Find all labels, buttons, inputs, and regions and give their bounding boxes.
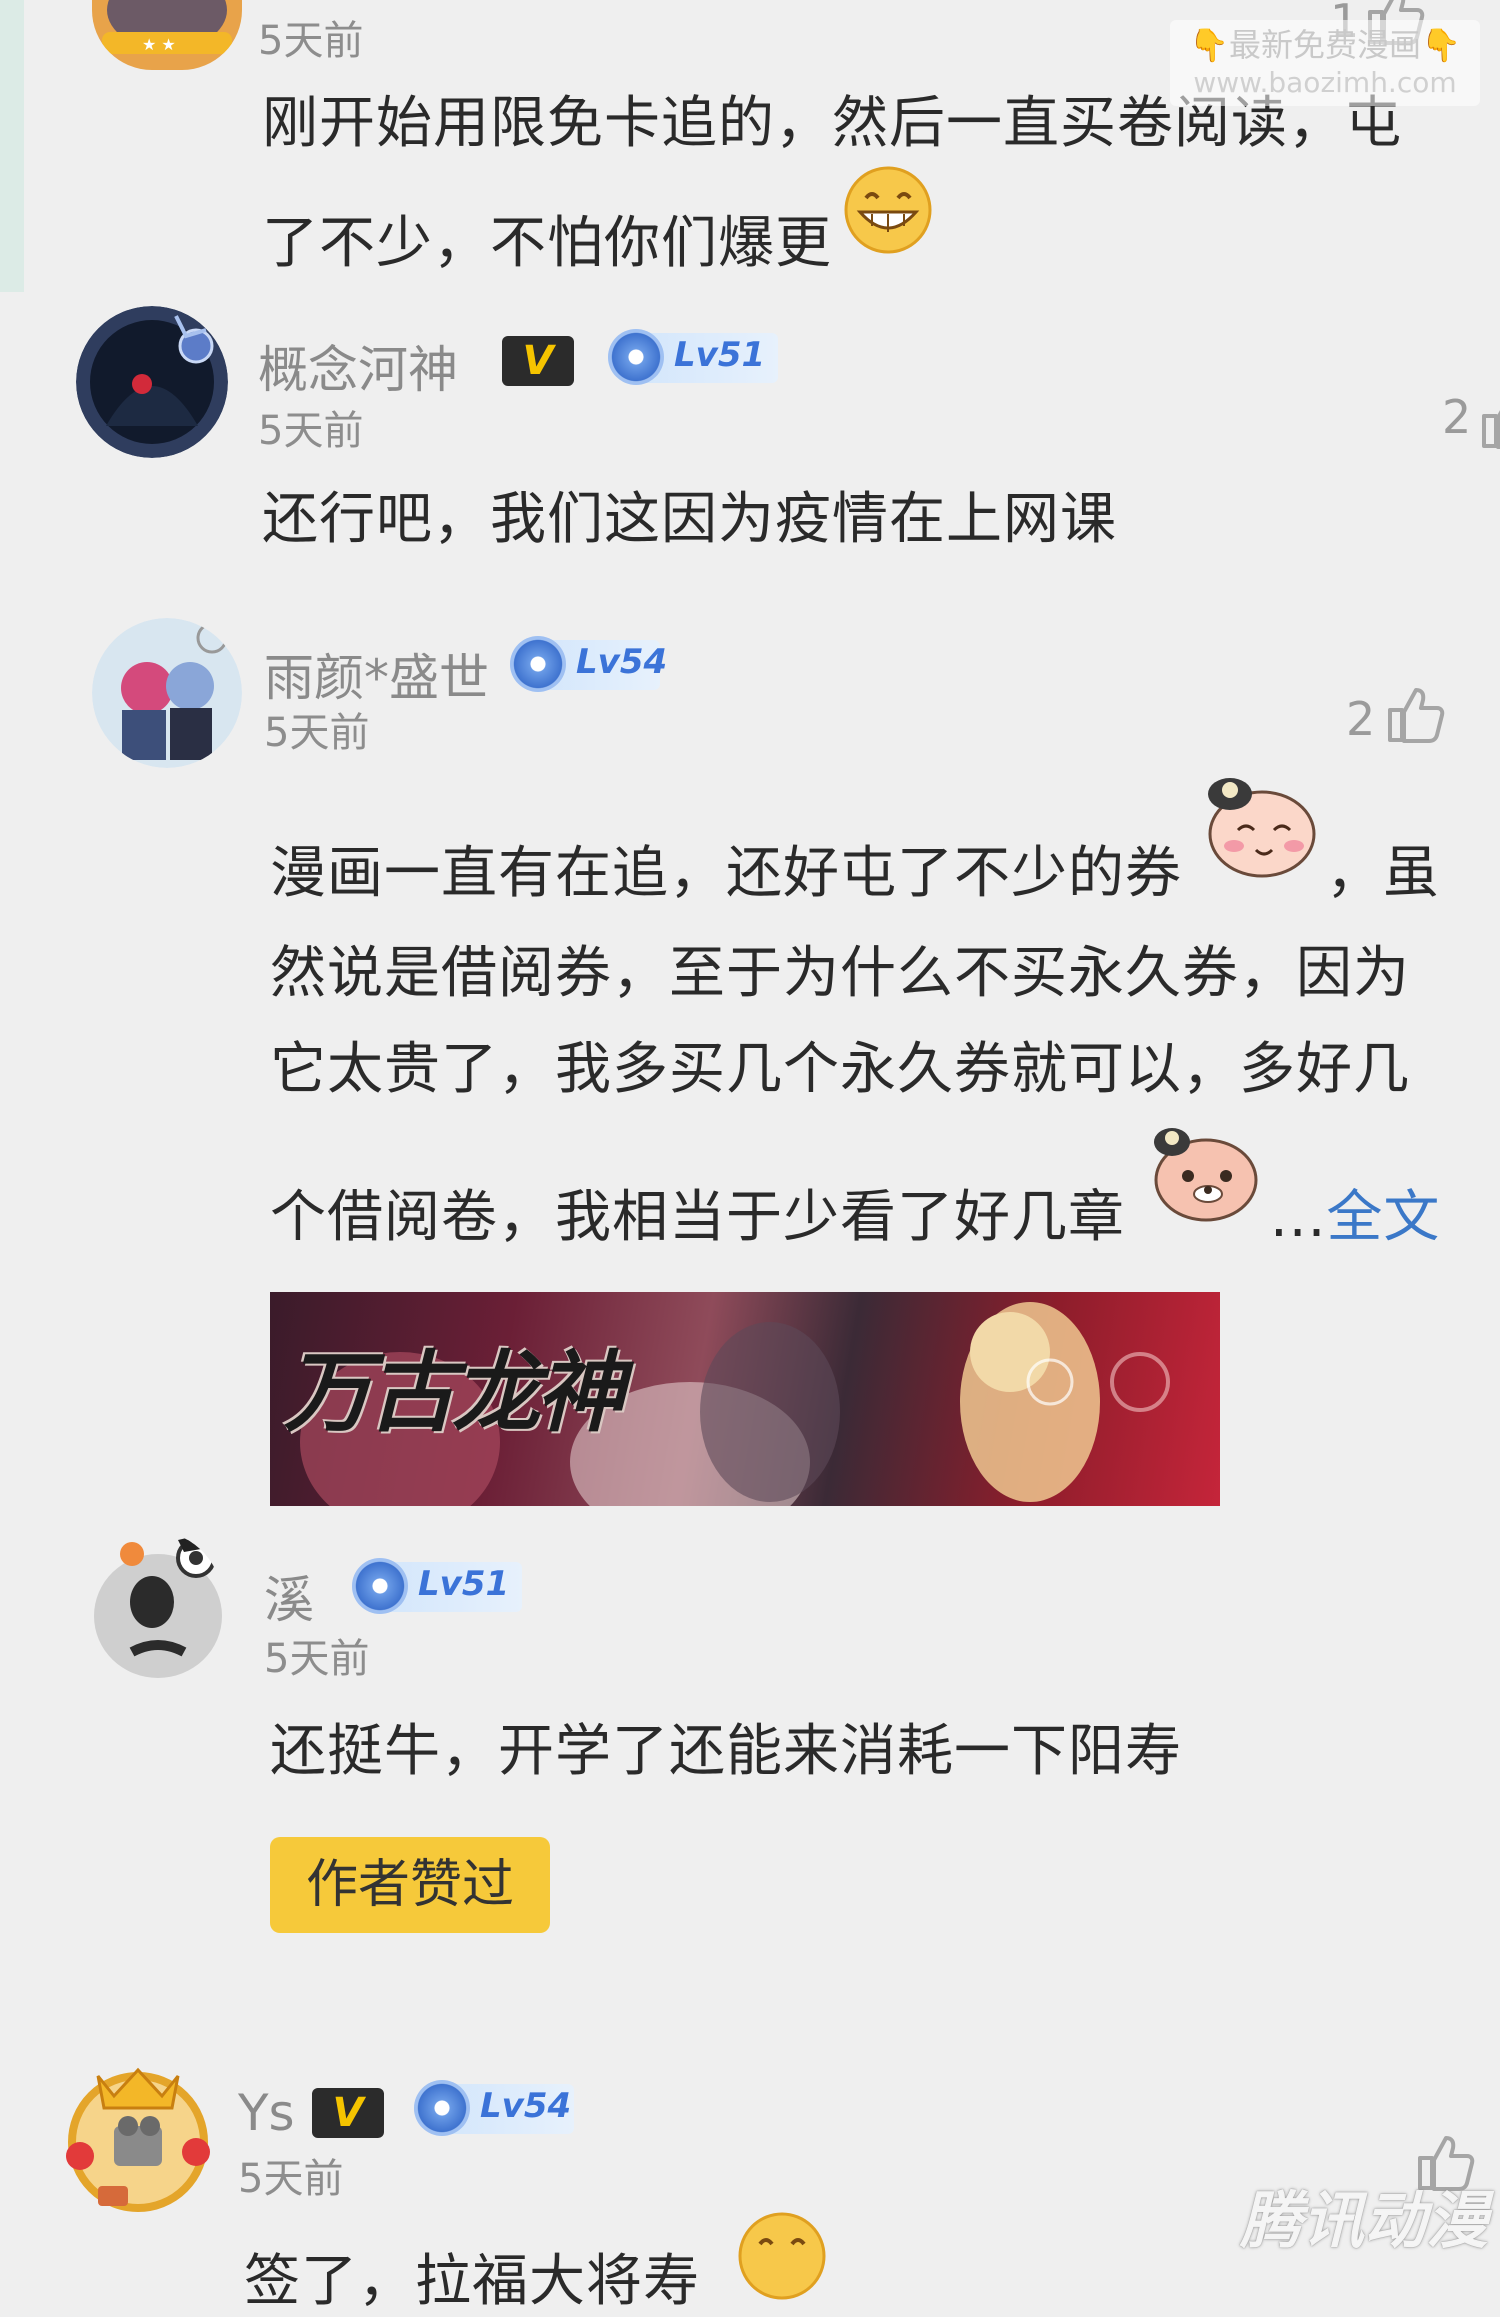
comment-time: 5天前 [238, 2156, 344, 2202]
left-accent-bar [0, 0, 24, 292]
vip-badge: V [312, 2088, 384, 2138]
level-emblem-icon [414, 2080, 470, 2136]
level-emblem-icon [352, 1558, 408, 1614]
dog-face-emoji-icon [1154, 1128, 1258, 1222]
tencent-comic-watermark: 腾讯动漫 [1240, 2184, 1489, 2257]
grin-emoji-icon [844, 166, 932, 254]
comment-text-line: 还行吧，我们这因为疫情在上网课 [262, 487, 1117, 552]
level-text: Lv54 [576, 642, 668, 682]
user-avatar[interactable] [58, 2056, 218, 2216]
comment-text-line: 签了，拉福大将寿 [244, 2249, 700, 2314]
comment-text-line: 还挺牛，开学了还能来消耗一下阳寿 [270, 1719, 1182, 1784]
user-avatar[interactable]: ★ ★ [92, 0, 242, 70]
level-emblem-icon [510, 636, 566, 692]
comment-text-line: ...全文 [1270, 1172, 1440, 1253]
watermark-line: 👇最新免费漫画👇 [1189, 26, 1461, 64]
like-count: 2 [1442, 390, 1472, 444]
more-prefix: ... [1270, 1185, 1327, 1250]
user-avatar[interactable] [92, 618, 242, 768]
comment-time: 5天前 [258, 408, 364, 454]
level-badge: Lv51 [608, 329, 778, 385]
comment-time: 5天前 [258, 18, 364, 64]
username[interactable]: 溪 [264, 1560, 314, 1632]
watermark-url: www.baozimh.com [1193, 66, 1457, 99]
vip-badge: V [502, 336, 574, 386]
grin-emoji-icon [738, 2212, 826, 2300]
level-text: Lv51 [418, 1564, 510, 1604]
smiling-girl-emoji-icon [1208, 778, 1316, 878]
level-badge: Lv54 [414, 2080, 574, 2136]
comment-text-line: 它太贵了，我多买几个永久券就可以，多好几 [270, 1037, 1410, 1102]
level-text: Lv54 [480, 2086, 572, 2126]
level-text: Lv51 [674, 335, 766, 375]
username[interactable]: 概念河神 [258, 330, 458, 402]
user-avatar[interactable] [92, 1532, 224, 1680]
level-emblem-icon [608, 329, 664, 385]
comment-time: 5天前 [264, 710, 370, 756]
comment-text-line: 个借阅卷，我相当于少看了好几章 [270, 1185, 1125, 1250]
comment-text-line: 了不少，不怕你们爆更 [262, 211, 832, 276]
like-count: 2 [1346, 692, 1376, 746]
svg-text:★ ★: ★ ★ [142, 35, 176, 54]
comment-time: 5天前 [264, 1636, 370, 1682]
username[interactable]: Ys [238, 2084, 295, 2142]
watermark-top: 👇最新免费漫画👇 www.baozimh.com [1170, 20, 1480, 106]
thumb-up-icon[interactable] [1382, 682, 1446, 746]
user-avatar[interactable] [76, 306, 228, 458]
level-badge: Lv51 [352, 1558, 522, 1614]
banner-title: 万古龙神 [284, 1340, 624, 1444]
comment-text-line: ，虽 [1326, 841, 1440, 906]
thumb-up-icon[interactable] [1476, 388, 1500, 452]
comic-banner-image[interactable]: 万古龙神 [270, 1292, 1220, 1506]
expand-full-text-link[interactable]: 全文 [1326, 1185, 1440, 1250]
comment-text-line: 然说是借阅券，至于为什么不买永久券，因为 [270, 941, 1410, 1006]
author-liked-badge: 作者赞过 [270, 1837, 550, 1933]
comment-text-line: 漫画一直有在追，还好屯了不少的券 [270, 841, 1182, 906]
level-badge: Lv54 [510, 636, 667, 692]
